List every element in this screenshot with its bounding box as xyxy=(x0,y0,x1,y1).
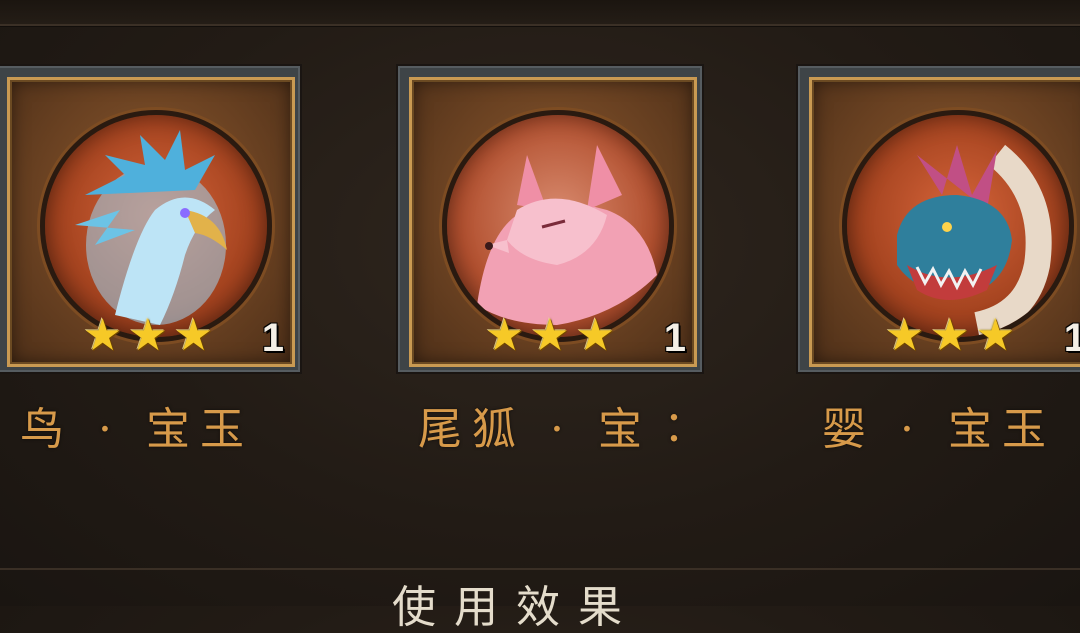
star-rating: ★★★ xyxy=(412,314,694,358)
item-count: 1 xyxy=(663,316,686,360)
item-name: 婴 · 宝玉 xyxy=(822,404,1056,455)
pink-fox-icon xyxy=(442,110,674,342)
card-inner-panel: ★★★ 1 xyxy=(7,77,295,367)
star-rating: ★★★ xyxy=(812,314,1080,358)
star-icon: ★ xyxy=(575,310,622,361)
star-rating: ★★★ xyxy=(10,314,292,358)
item-count: 1 xyxy=(261,316,284,360)
star-icon: ★ xyxy=(930,310,976,361)
star-icon: ★ xyxy=(173,310,220,361)
card-inner-panel: ★★★ 1 xyxy=(809,77,1080,367)
section-divider xyxy=(0,568,1080,570)
item-count: 1 xyxy=(1063,316,1080,360)
star-icon: ★ xyxy=(975,310,1022,361)
use-effect-heading: 使用效果 xyxy=(392,582,640,633)
star-icon: ★ xyxy=(128,310,174,361)
star-icon: ★ xyxy=(82,310,129,361)
item-name: 尾狐 · 宝∶ xyxy=(418,404,680,455)
card-frame: ★★★ 1 xyxy=(798,66,1080,372)
blue-dragon-icon xyxy=(842,110,1074,342)
card-inner-panel: ★★★ 1 xyxy=(409,77,697,367)
card-frame: ★★★ 1 xyxy=(398,66,702,372)
item-name: 鸟 · 宝玉 xyxy=(20,404,254,455)
blue-phoenix-bird-icon xyxy=(40,110,272,342)
star-icon: ★ xyxy=(530,310,576,361)
star-icon: ★ xyxy=(484,310,531,361)
top-panel-edge xyxy=(0,0,1080,27)
star-icon: ★ xyxy=(884,310,931,361)
card-frame: ★★★ 1 xyxy=(0,66,300,372)
